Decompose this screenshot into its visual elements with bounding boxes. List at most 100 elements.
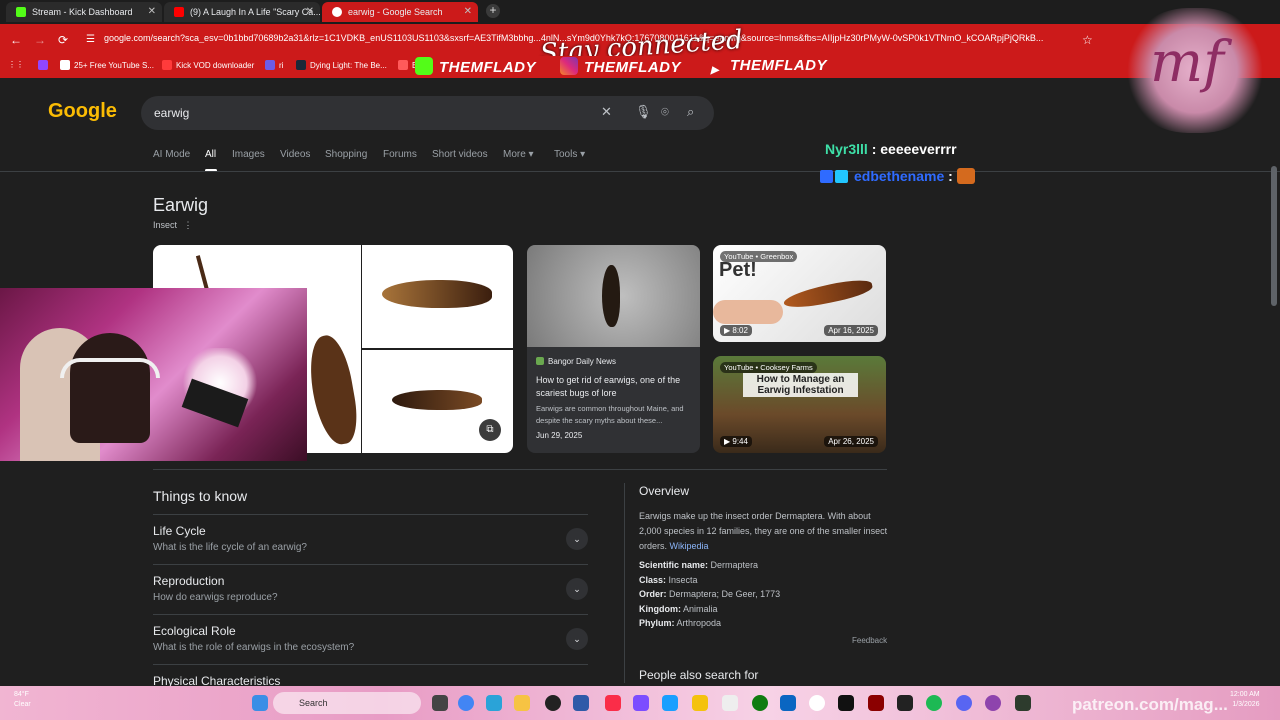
twitch-icon bbox=[38, 60, 48, 70]
fact-value: Insecta bbox=[668, 575, 698, 585]
earwig-image-top[interactable] bbox=[362, 245, 513, 348]
header-divider bbox=[0, 171, 1280, 172]
overview-title: Overview bbox=[639, 484, 690, 498]
bookmark-ri[interactable]: ri bbox=[265, 60, 283, 70]
tab-ai-mode[interactable]: AI Mode bbox=[153, 149, 190, 160]
search-icon[interactable]: ⌕ bbox=[687, 104, 694, 120]
tab-bar: Stream - Kick Dashboard ✕ (9) A Laugh In… bbox=[0, 0, 1280, 24]
tiktok-icon[interactable] bbox=[838, 695, 854, 711]
fact-scientific-name: Scientific name: Dermaptera bbox=[639, 560, 758, 570]
ttk-row-life-cycle[interactable]: Life Cycle What is the life cycle of an … bbox=[153, 514, 588, 564]
clear-icon[interactable]: ✕ bbox=[601, 104, 612, 120]
address-bar: ← → ⟳ ☰ google.com/search?sca_esv=0b1bbd… bbox=[0, 24, 1280, 69]
video-source: YouTube • Cooksey Farms bbox=[720, 362, 817, 373]
tab-kick-dashboard[interactable]: Stream - Kick Dashboard ✕ bbox=[6, 2, 162, 22]
discord-icon[interactable] bbox=[956, 695, 972, 711]
news-card[interactable]: Bangor Daily News How to get rid of earw… bbox=[527, 245, 700, 453]
bookmark-twitch[interactable] bbox=[38, 60, 52, 70]
chat-username: Nyr3lll bbox=[825, 141, 868, 157]
edge-icon[interactable] bbox=[486, 695, 502, 711]
wikipedia-link[interactable]: Wikipedia bbox=[670, 541, 709, 551]
video-date: Apr 16, 2025 bbox=[824, 325, 878, 336]
tab-videos[interactable]: Videos bbox=[280, 149, 310, 160]
images-icon[interactable]: ⧉ bbox=[479, 419, 501, 441]
app-icon[interactable] bbox=[662, 695, 678, 711]
tab-all[interactable]: All bbox=[205, 149, 216, 160]
star-icon[interactable]: ☆ bbox=[1082, 33, 1093, 47]
fact-label: Kingdom: bbox=[639, 604, 681, 614]
windows-start-icon[interactable] bbox=[252, 695, 268, 711]
tab-youtube[interactable]: (9) A Laugh In A Life "Scary Ca... ✕ bbox=[164, 2, 320, 22]
fact-order: Order: Dermaptera; De Geer, 1773 bbox=[639, 589, 780, 599]
bookmark-icon bbox=[162, 60, 172, 70]
app-icon[interactable] bbox=[780, 695, 796, 711]
task-view-icon[interactable] bbox=[432, 695, 448, 711]
taskbar-search[interactable]: Search bbox=[273, 692, 421, 714]
tab-short-videos[interactable]: Short videos bbox=[432, 149, 488, 160]
ttk-row-ecological-role[interactable]: Ecological Role What is the role of earw… bbox=[153, 614, 588, 664]
system-clock[interactable]: 12:00 AM 1/3/2026 bbox=[1230, 690, 1260, 710]
video-card-cooksey[interactable]: How to Manage an Earwig Infestation YouT… bbox=[713, 356, 886, 453]
search-box[interactable]: earwig ✕ 🎙 ⌾ ⌕ bbox=[141, 96, 714, 130]
apps-icon[interactable]: ⋮⋮ bbox=[8, 60, 24, 69]
weather-widget[interactable]: 84°F Clear bbox=[14, 690, 31, 710]
app-icon[interactable] bbox=[985, 695, 1001, 711]
forward-icon[interactable]: → bbox=[34, 33, 46, 47]
close-icon[interactable]: ✕ bbox=[148, 2, 156, 22]
tab-shopping[interactable]: Shopping bbox=[325, 149, 367, 160]
app-icon[interactable] bbox=[692, 695, 708, 711]
tab-tools[interactable]: Tools ▾ bbox=[554, 149, 585, 160]
chrome-icon[interactable] bbox=[458, 695, 474, 711]
close-icon[interactable]: ✕ bbox=[306, 2, 314, 22]
bookmark-dying-light[interactable]: Dying Light: The Be... bbox=[296, 60, 387, 70]
notepad-icon[interactable] bbox=[722, 695, 738, 711]
brand-label: THEMFLADY bbox=[584, 59, 681, 76]
bookmark-kick-vod[interactable]: Kick VOD downloader bbox=[162, 60, 254, 70]
app-icon[interactable] bbox=[809, 695, 825, 711]
microphone-icon[interactable]: 🎙 bbox=[635, 104, 652, 120]
fact-label: Order: bbox=[639, 589, 667, 599]
spotify-icon[interactable] bbox=[926, 695, 942, 711]
back-icon[interactable]: ← bbox=[10, 33, 22, 47]
terminal-icon[interactable] bbox=[1015, 695, 1031, 711]
bookmark-youtube-s[interactable]: 25+ Free YouTube S... bbox=[60, 60, 154, 70]
chevron-down-icon[interactable]: ⌄ bbox=[566, 528, 588, 550]
earwig-image-bottom[interactable]: ⧉ bbox=[362, 350, 513, 453]
music-icon[interactable] bbox=[605, 695, 621, 711]
fact-value: Animalia bbox=[683, 604, 718, 614]
tab-forums[interactable]: Forums bbox=[383, 149, 417, 160]
file-explorer-icon[interactable] bbox=[514, 695, 530, 711]
ttk-question: What is the life cycle of an earwig? bbox=[153, 542, 307, 553]
knowledge-panel-subtitle: Insect ⋮ bbox=[153, 220, 193, 231]
news-image bbox=[527, 245, 700, 347]
feedback-link[interactable]: Feedback bbox=[852, 636, 887, 645]
app-icon[interactable] bbox=[868, 695, 884, 711]
camera-icon[interactable]: ⌾ bbox=[661, 104, 669, 120]
tab-more[interactable]: More ▾ bbox=[503, 149, 534, 160]
chevron-down-icon[interactable]: ⌄ bbox=[566, 578, 588, 600]
more-options-icon[interactable]: ⋮ bbox=[184, 220, 193, 230]
reload-icon[interactable]: ⟳ bbox=[58, 33, 68, 47]
xbox-icon[interactable] bbox=[752, 695, 768, 711]
video-card-greenbox[interactable]: Pet! YouTube • Greenbox ▶ 8:02 Apr 16, 2… bbox=[713, 245, 886, 342]
app-icon[interactable] bbox=[897, 695, 913, 711]
app-icon[interactable] bbox=[573, 695, 589, 711]
app-icon[interactable] bbox=[633, 695, 649, 711]
new-tab-button[interactable]: + bbox=[486, 4, 500, 18]
news-title[interactable]: How to get rid of earwigs, one of the sc… bbox=[536, 374, 696, 400]
ttk-row-physical[interactable]: Physical Characteristics bbox=[153, 664, 588, 686]
google-logo[interactable]: Google bbox=[48, 100, 117, 123]
chevron-down-icon[interactable]: ⌄ bbox=[566, 628, 588, 650]
close-icon[interactable]: ✕ bbox=[464, 2, 472, 22]
bookmark-icon bbox=[398, 60, 408, 70]
news-date: Jun 29, 2025 bbox=[536, 431, 583, 440]
obs-icon[interactable] bbox=[545, 695, 561, 711]
site-info-icon[interactable]: ☰ bbox=[86, 34, 95, 45]
earwig-picture bbox=[392, 390, 482, 410]
tab-google-search[interactable]: earwig - Google Search ✕ bbox=[322, 2, 478, 22]
tab-images[interactable]: Images bbox=[232, 149, 265, 160]
ttk-row-reproduction[interactable]: Reproduction How do earwigs reproduce? ⌄ bbox=[153, 564, 588, 614]
chat-message: Nyr3lll : eeeeeverrrr bbox=[825, 141, 957, 157]
scrollbar[interactable] bbox=[1271, 166, 1277, 306]
search-input[interactable]: earwig bbox=[154, 106, 189, 120]
